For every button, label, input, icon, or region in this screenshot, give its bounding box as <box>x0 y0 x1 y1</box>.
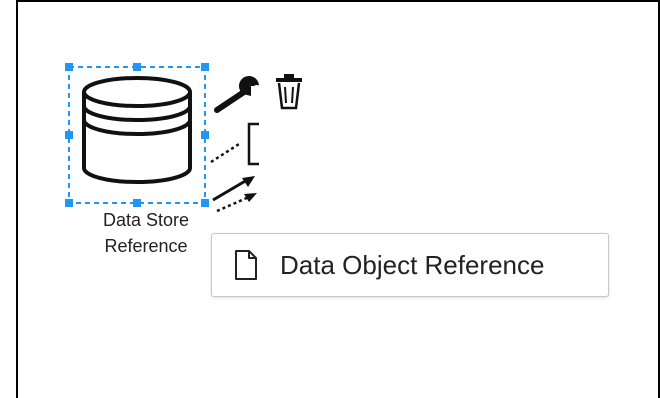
wrench-icon[interactable] <box>213 76 265 116</box>
resize-handle-w[interactable] <box>65 131 73 139</box>
trash-icon[interactable] <box>274 74 304 110</box>
database-icon <box>82 76 192 184</box>
element-label-line2: Reference <box>104 236 188 256</box>
element-label: Data Store Reference <box>82 207 210 259</box>
diagram-canvas[interactable]: Data Store Reference Data Object Referen… <box>0 0 660 398</box>
resize-handle-nw[interactable] <box>65 63 73 71</box>
tooltip-text: Data Object Reference <box>280 249 545 280</box>
document-icon <box>235 250 257 280</box>
data-association-arrow-icon[interactable] <box>213 187 261 215</box>
element-label-line1: Data Store <box>102 210 190 230</box>
canvas-border-top <box>16 0 660 2</box>
resize-handle-s[interactable] <box>133 199 141 207</box>
annotation-icon[interactable] <box>207 122 263 166</box>
context-pad <box>205 70 315 220</box>
create-tooltip[interactable]: Data Object Reference <box>211 233 609 297</box>
canvas-border-left <box>16 0 18 398</box>
resize-handle-n[interactable] <box>133 63 141 71</box>
resize-handle-sw[interactable] <box>65 199 73 207</box>
data-store-reference-shape[interactable] <box>60 60 220 220</box>
